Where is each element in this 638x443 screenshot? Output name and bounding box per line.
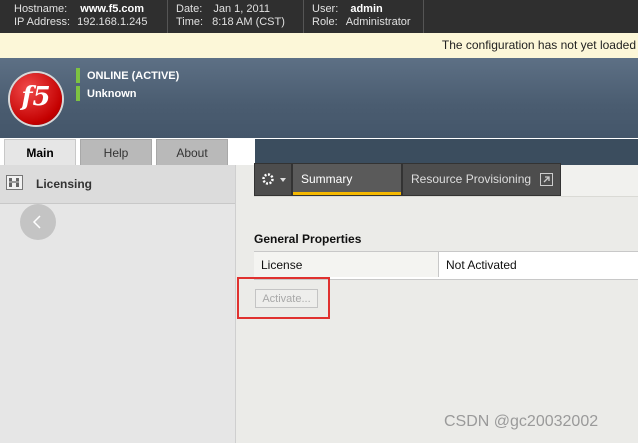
property-label-cell: License [254, 252, 439, 277]
hostname-row: Hostname: www.f5.com [14, 3, 144, 15]
f5-logo: f5 [10, 73, 62, 125]
status-indicator [76, 68, 80, 83]
tab-summary-label: Summary [301, 172, 353, 186]
header-banner: f5 ONLINE (ACTIVE) Unknown [0, 58, 638, 138]
logo-text: f5 [21, 82, 51, 112]
chevron-left-icon [32, 215, 41, 229]
gear-menu-button[interactable] [254, 163, 292, 196]
time-row: Time: 8:18 AM (CST) [176, 16, 285, 28]
property-label: License [261, 258, 303, 272]
sidebar-item-label: Licensing [36, 177, 93, 191]
tab-main[interactable]: Main [4, 139, 76, 166]
hostname-value: www.f5.com [80, 3, 145, 15]
date-row: Date: Jan 1, 2011 [176, 3, 270, 15]
ip-label: IP Address: [14, 16, 71, 28]
active-tab-indicator [293, 192, 401, 195]
status-indicator [76, 86, 80, 101]
config-notice-text: The configuration has not yet loaded [441, 38, 636, 52]
highlight-annotation [237, 277, 330, 319]
time-label: Time: [176, 16, 204, 28]
external-link-icon [540, 173, 553, 186]
ip-value: 192.168.1.245 [77, 16, 148, 28]
ip-row: IP Address: 192.168.1.245 [14, 16, 147, 28]
status-sync-text: Unknown [87, 88, 137, 100]
system-info-bar: Hostname: www.f5.com IP Address: 192.168… [0, 0, 638, 33]
role-value: Administrator [345, 16, 411, 28]
divider [167, 0, 168, 33]
gear-icon [262, 173, 286, 185]
role-label: Role: [312, 16, 338, 28]
divider [303, 0, 304, 33]
tab-summary[interactable]: Summary [292, 163, 402, 196]
user-label: User: [312, 3, 339, 15]
properties-table: License Not Activated [254, 251, 638, 280]
section-title: General Properties [254, 232, 362, 246]
tab-about[interactable]: About [156, 139, 228, 166]
role-row: Role: Administrator [312, 16, 411, 28]
divider [423, 0, 424, 33]
watermark: CSDN @gc20032002 [444, 413, 599, 430]
tab-resource-provisioning-label: Resource Provisioning [411, 172, 532, 186]
date-label: Date: [176, 3, 203, 15]
nav-tab-strip-fill [255, 139, 638, 165]
date-value: Jan 1, 2011 [213, 3, 271, 15]
tab-resource-provisioning[interactable]: Resource Provisioning [402, 163, 561, 196]
collapse-sidebar-button[interactable] [20, 204, 56, 240]
property-value-cell: Not Activated [439, 252, 638, 277]
tab-help[interactable]: Help [80, 139, 152, 166]
time-value: 8:18 AM (CST) [212, 16, 285, 28]
property-value: Not Activated [446, 258, 517, 272]
licensing-icon [6, 175, 23, 190]
user-row: User: admin [312, 3, 383, 15]
hostname-label: Hostname: [14, 3, 68, 15]
user-value: admin [350, 3, 383, 15]
sidebar-item-licensing[interactable]: Licensing [0, 165, 235, 204]
config-notice-bar: The configuration has not yet loaded [0, 33, 638, 59]
status-online-text: ONLINE (ACTIVE) [87, 70, 180, 82]
